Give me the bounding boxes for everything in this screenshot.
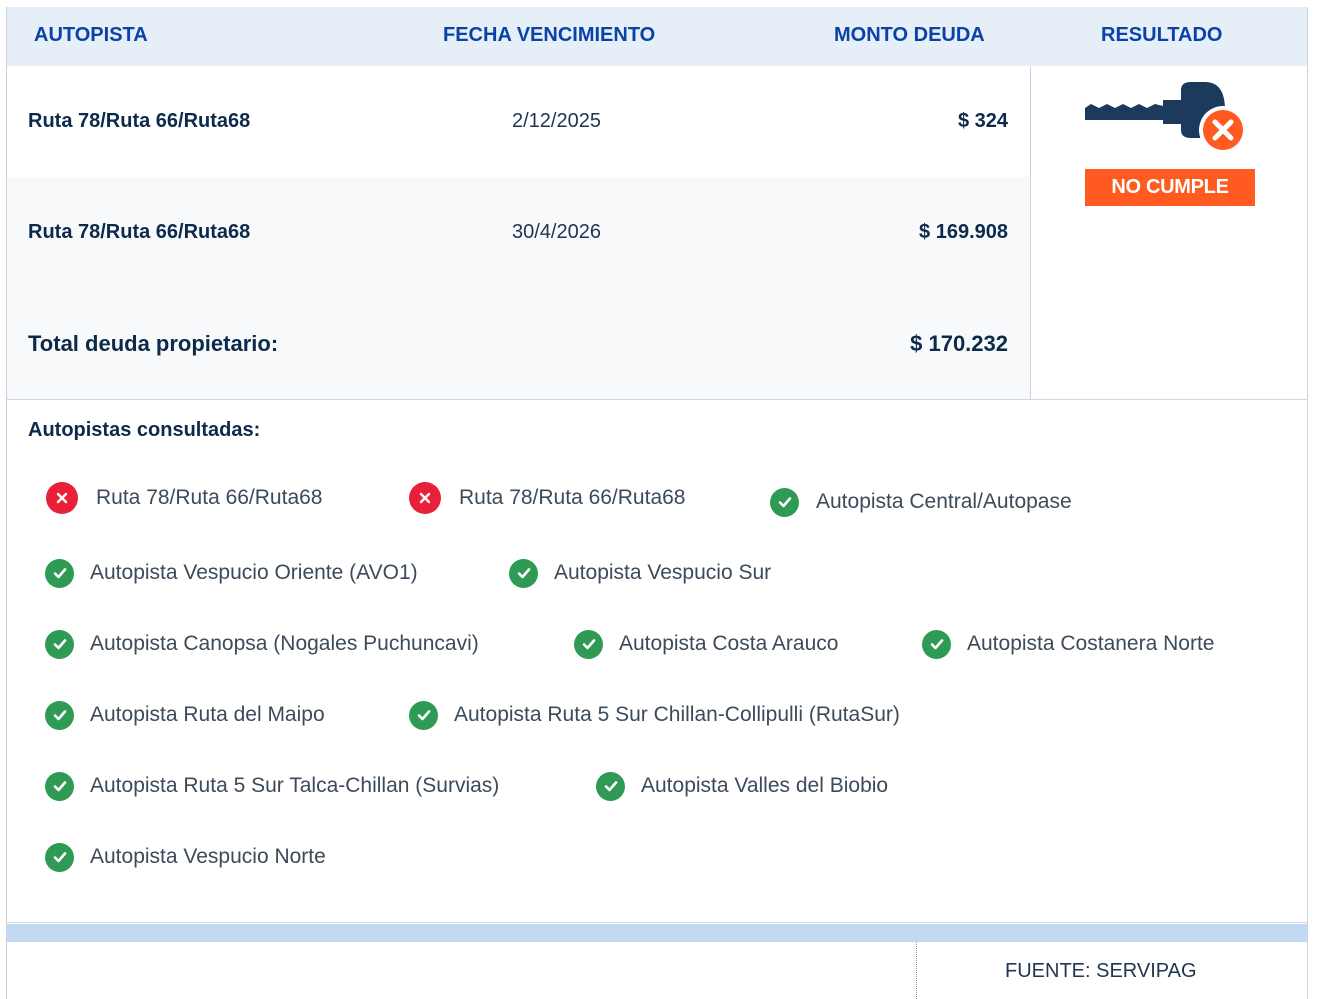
- check-circle-icon: [45, 558, 74, 588]
- list-item: Autopista Central/Autopase: [770, 486, 1072, 518]
- table-header: AUTOPISTA FECHA VENCIMIENTO MONTO DEUDA …: [7, 7, 1307, 66]
- check-circle-icon: [45, 629, 74, 659]
- list-item: Autopista Ruta 5 Sur Talca-Chillan (Surv…: [45, 770, 499, 802]
- divider: [7, 399, 1307, 400]
- list-item: Autopista Costa Arauco: [574, 628, 838, 660]
- check-circle-icon: [509, 558, 538, 588]
- list-item: Autopista Canopsa (Nogales Puchuncavi): [45, 628, 479, 660]
- header-resultado: RESULTADO: [1101, 24, 1223, 46]
- check-circle-icon: [45, 842, 74, 872]
- row-monto: $ 324: [957, 110, 1008, 132]
- list-item: Ruta 78/Ruta 66/Ruta68: [409, 482, 686, 514]
- row-fecha: 2/12/2025: [512, 110, 601, 132]
- header-monto-deuda: MONTO DEUDA: [834, 24, 985, 46]
- result-column: NO CUMPLE: [1030, 66, 1307, 400]
- row-monto: $ 169.908: [919, 221, 1008, 243]
- divider: [7, 922, 1307, 923]
- check-circle-icon: [574, 629, 603, 659]
- list-item: Autopista Vespucio Oriente (AVO1): [45, 557, 418, 589]
- row-autopista: Ruta 78/Ruta 66/Ruta68: [28, 221, 251, 243]
- total-label: Total deuda propietario:: [28, 331, 279, 356]
- table-row: Ruta 78/Ruta 66/Ruta68 30/4/2026 $ 169.9…: [7, 177, 1030, 288]
- check-circle-icon: [45, 700, 74, 730]
- total-monto: $ 170.232: [910, 331, 1008, 356]
- error-x-icon: [46, 482, 78, 514]
- list-item: Autopista Vespucio Norte: [45, 841, 326, 873]
- header-autopista: AUTOPISTA: [34, 24, 148, 46]
- footer-bar: [7, 924, 1307, 942]
- check-circle-icon: [409, 700, 438, 730]
- check-circle-icon: [596, 771, 625, 801]
- footer-divider: [916, 942, 917, 999]
- check-circle-icon: [922, 629, 951, 659]
- no-cumple-badge: NO CUMPLE: [1085, 169, 1255, 206]
- list-item: Autopista Costanera Norte: [922, 628, 1214, 660]
- source-label: FUENTE: SERVIPAG: [1005, 960, 1197, 982]
- list-item: Autopista Ruta 5 Sur Chillan-Collipulli …: [409, 699, 900, 731]
- check-circle-icon: [770, 487, 799, 517]
- list-item: Ruta 78/Ruta 66/Ruta68: [46, 482, 323, 514]
- consultadas-title: Autopistas consultadas:: [28, 419, 261, 441]
- row-fecha: 30/4/2026: [512, 221, 601, 243]
- header-fecha-vencimiento: FECHA VENCIMIENTO: [443, 24, 656, 46]
- error-x-icon: [409, 482, 441, 514]
- row-autopista: Ruta 78/Ruta 66/Ruta68: [28, 110, 251, 132]
- total-row: Total deuda propietario: $ 170.232: [7, 288, 1030, 400]
- list-item: Autopista Valles del Biobio: [596, 770, 888, 802]
- key-x-icon: [1085, 82, 1247, 154]
- debt-report-panel: AUTOPISTA FECHA VENCIMIENTO MONTO DEUDA …: [6, 7, 1308, 999]
- check-circle-icon: [45, 771, 74, 801]
- list-item: Autopista Vespucio Sur: [509, 557, 771, 589]
- list-item: Autopista Ruta del Maipo: [45, 699, 325, 731]
- table-row: Ruta 78/Ruta 66/Ruta68 2/12/2025 $ 324: [7, 66, 1030, 177]
